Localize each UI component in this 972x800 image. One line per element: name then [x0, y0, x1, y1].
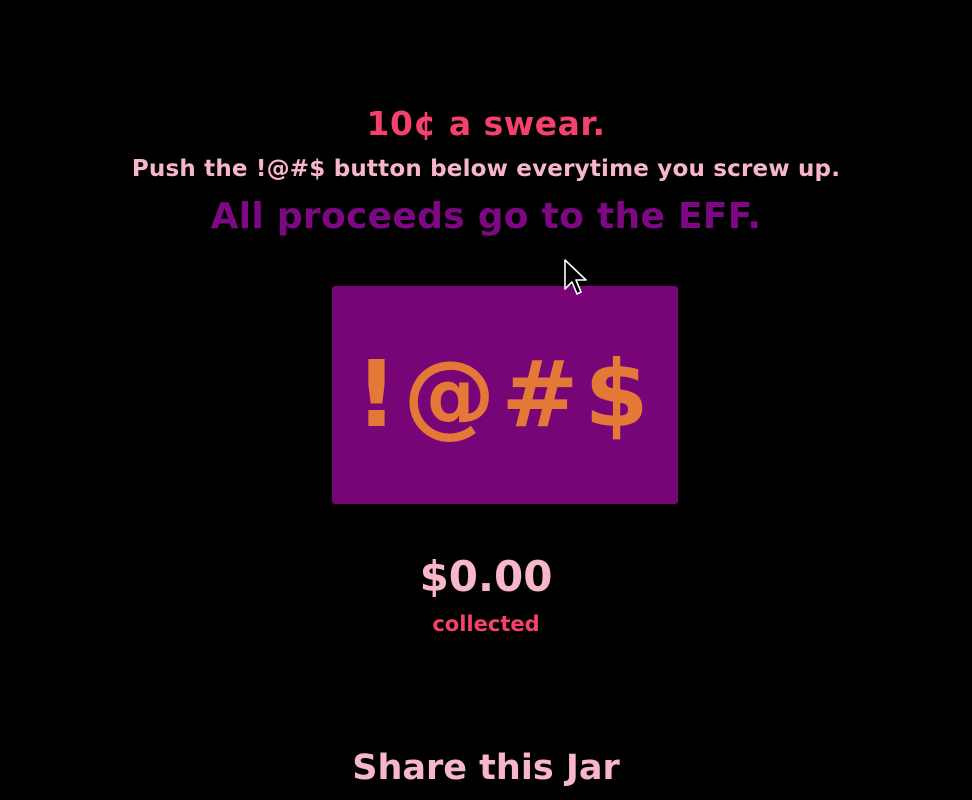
price-headline: 10¢ a swear. — [366, 104, 606, 143]
swear-button[interactable]: !@#$ — [332, 286, 678, 504]
collected-amount: $0.00 — [419, 552, 553, 601]
instruction-text: Push the !@#$ button below everytime you… — [131, 156, 841, 182]
share-heading: Share this Jar — [352, 748, 620, 788]
swear-button-label: !@#$ — [355, 341, 655, 448]
swear-jar-page: 10¢ a swear. Push the !@#$ button below … — [0, 0, 972, 800]
proceeds-text: All proceeds go to the EFF. — [210, 196, 762, 237]
collected-caption: collected — [432, 612, 540, 636]
mouse-pointer-icon — [564, 259, 587, 295]
